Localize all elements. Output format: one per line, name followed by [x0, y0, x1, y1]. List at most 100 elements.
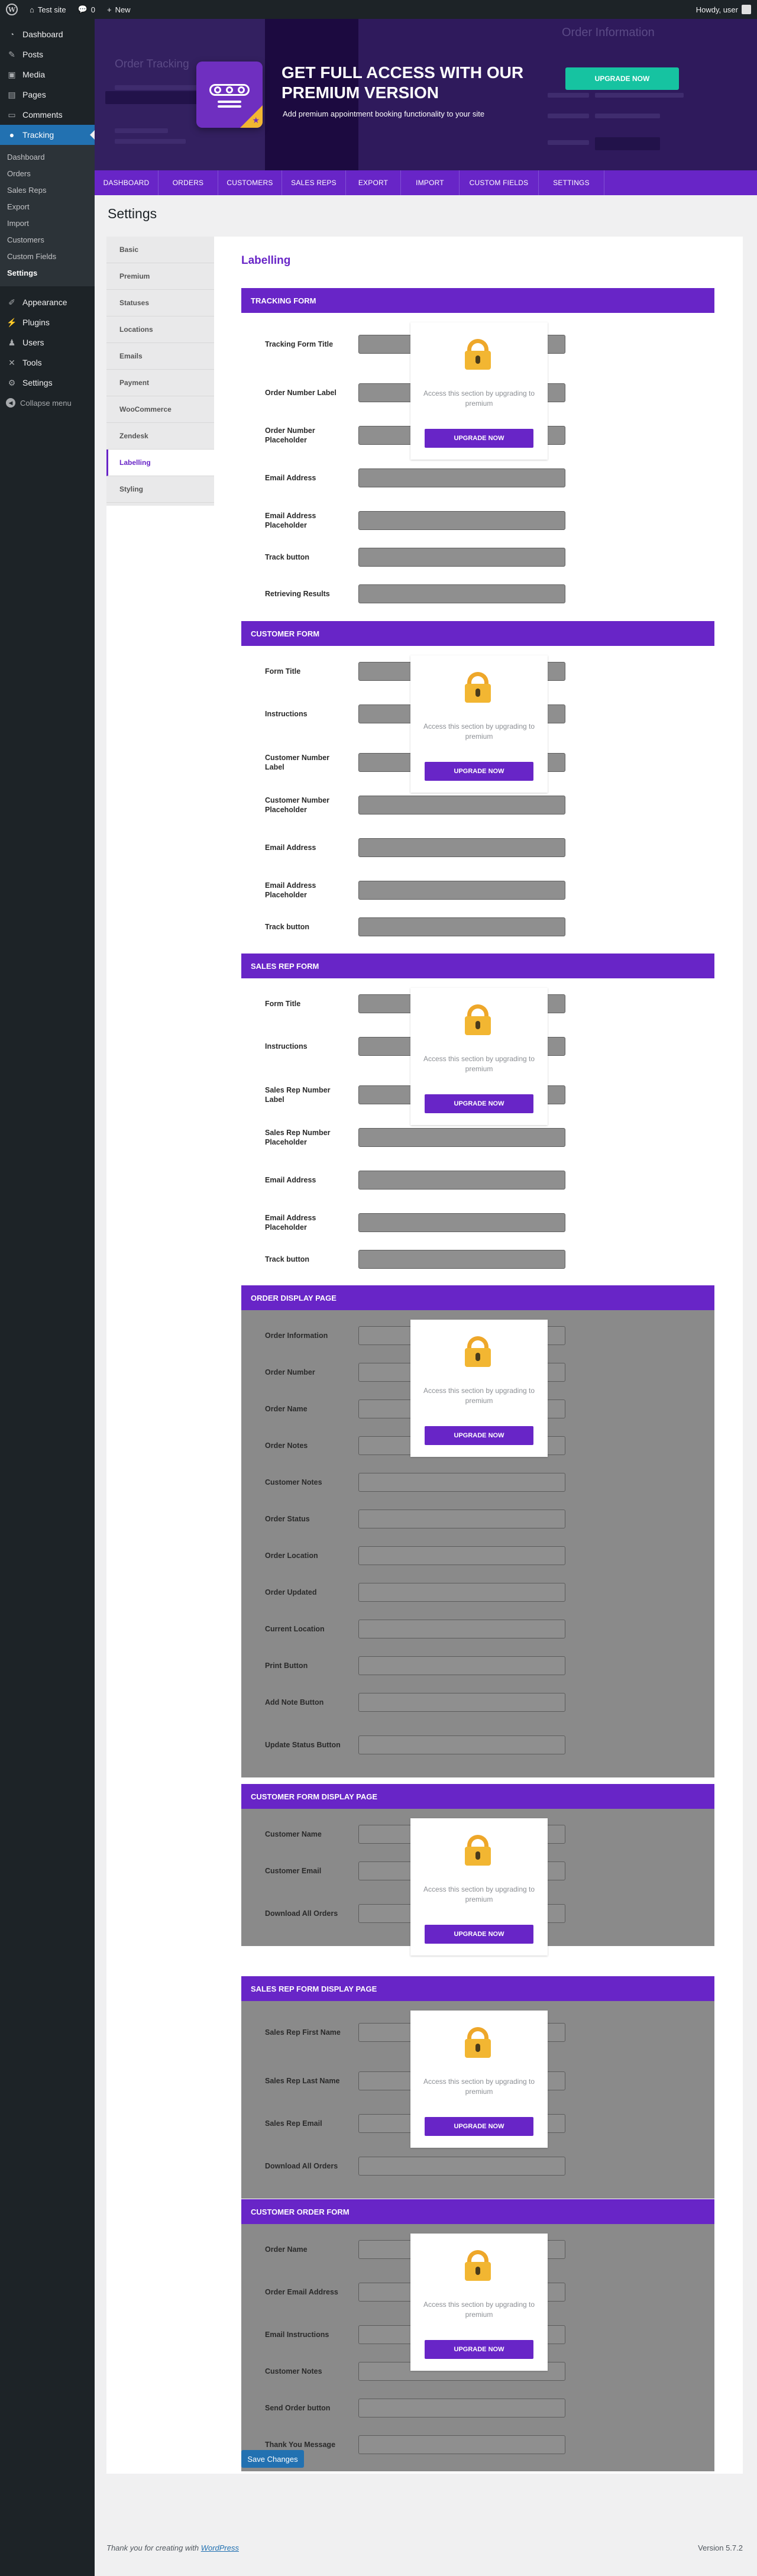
- field-row-current-location: Current Location: [241, 1611, 714, 1647]
- tab-import[interactable]: IMPORT: [401, 170, 460, 195]
- submenu-item-customers[interactable]: Customers: [0, 232, 95, 248]
- customer-number-placeholder-input[interactable]: [358, 796, 565, 815]
- thank-you-message-input[interactable]: [358, 2435, 565, 2454]
- new-content-link[interactable]: + New: [101, 0, 137, 19]
- wp-logo-menu[interactable]: W: [0, 0, 24, 19]
- field-row-email-address-placeholder: Email Address Placeholder: [241, 872, 714, 909]
- field-row-order-updated: Order Updated: [241, 1574, 714, 1611]
- sidebar-item-label: Dashboard: [22, 30, 63, 39]
- tab-customers[interactable]: CUSTOMERS: [218, 170, 282, 195]
- sidebar-item-settings[interactable]: ⚙ Settings: [0, 373, 95, 393]
- sidebar-item-media[interactable]: ▣ Media: [0, 64, 95, 85]
- download-all-orders-input[interactable]: [358, 2157, 565, 2176]
- order-status-input[interactable]: [358, 1510, 565, 1528]
- email-address-input[interactable]: [358, 838, 565, 857]
- settings-nav-premium[interactable]: Premium: [106, 263, 214, 290]
- email-address-input[interactable]: [358, 468, 565, 487]
- sidebar-item-pages[interactable]: ▤ Pages: [0, 85, 95, 105]
- settings-nav-woocommerce[interactable]: WooCommerce: [106, 396, 214, 423]
- track-button-input[interactable]: [358, 917, 565, 936]
- sidebar-item-plugins[interactable]: ⚡ Plugins: [0, 312, 95, 332]
- submenu-item-sales-reps[interactable]: Sales Reps: [0, 182, 95, 199]
- sidebar-item-tools[interactable]: ✕ Tools: [0, 353, 95, 373]
- field-row-download-all-orders: Download All Orders: [241, 2142, 714, 2190]
- email-address-input[interactable]: [358, 1171, 565, 1190]
- banner-upgrade-button[interactable]: UPGRADE NOW: [565, 67, 679, 90]
- premium-lock-overlay: Access this section by upgrading to prem…: [410, 655, 548, 793]
- current-location-input[interactable]: [358, 1620, 565, 1638]
- email-address-placeholder-input[interactable]: [358, 881, 565, 900]
- settings-nav-basic[interactable]: Basic: [106, 237, 214, 263]
- overlay-upgrade-button[interactable]: UPGRADE NOW: [425, 1925, 533, 1944]
- field-row-email-address-placeholder: Email Address Placeholder: [241, 1204, 714, 1241]
- submenu-item-custom-fields[interactable]: Custom Fields: [0, 248, 95, 265]
- section-heading: SALES REP FORM DISPLAY PAGE: [241, 1976, 714, 2001]
- sales-rep-number-placeholder-input[interactable]: [358, 1128, 565, 1147]
- tab-orders[interactable]: ORDERS: [158, 170, 218, 195]
- tab-export[interactable]: EXPORT: [346, 170, 401, 195]
- tab-custom-fields[interactable]: CUSTOM FIELDS: [460, 170, 539, 195]
- sidebar-item-users[interactable]: ♟ Users: [0, 332, 95, 353]
- field-label: Instructions: [265, 1042, 308, 1051]
- settings-nav-payment[interactable]: Payment: [106, 370, 214, 396]
- submenu-item-settings[interactable]: Settings: [0, 265, 95, 282]
- overlay-upgrade-button[interactable]: UPGRADE NOW: [425, 429, 533, 448]
- tab-sales-reps[interactable]: SALES REPS: [282, 170, 346, 195]
- track-button-input[interactable]: [358, 1250, 565, 1269]
- overlay-upgrade-button[interactable]: UPGRADE NOW: [425, 1094, 533, 1113]
- field-label: Customer Name: [265, 1830, 322, 1838]
- sidebar-item-dashboard[interactable]: ◔ Dashboard: [0, 24, 95, 44]
- field-label: Customer Email: [265, 1867, 322, 1875]
- email-address-placeholder-input[interactable]: [358, 1213, 565, 1232]
- field-row-thank-you-message: Thank You Message: [241, 2426, 714, 2463]
- retrieving-results-input[interactable]: [358, 584, 565, 603]
- field-label: Retrieving Results: [265, 590, 330, 598]
- overlay-upgrade-button[interactable]: UPGRADE NOW: [425, 762, 533, 781]
- comments-link[interactable]: 💬 0: [72, 0, 101, 19]
- premium-lock-overlay: Access this section by upgrading to prem…: [410, 2234, 548, 2371]
- overlay-upgrade-button[interactable]: UPGRADE NOW: [425, 2117, 533, 2136]
- settings-nav-locations[interactable]: Locations: [106, 316, 214, 343]
- overlay-upgrade-button[interactable]: UPGRADE NOW: [425, 1426, 533, 1445]
- section-sales-rep-form-display-page: SALES REP FORM DISPLAY PAGE Sales Rep Fir…: [241, 1976, 714, 2199]
- field-label: Print Button: [265, 1662, 308, 1670]
- wordpress-link[interactable]: WordPress: [201, 2543, 239, 2552]
- field-label: Sales Rep Last Name: [265, 2077, 340, 2085]
- update-status-button-input[interactable]: [358, 1735, 565, 1754]
- settings-nav-labelling[interactable]: Labelling: [106, 450, 214, 476]
- track-button-input[interactable]: [358, 548, 565, 567]
- send-order-button-input[interactable]: [358, 2399, 565, 2417]
- email-address-placeholder-input[interactable]: [358, 511, 565, 530]
- premium-lock-overlay: Access this section by upgrading to prem…: [410, 322, 548, 460]
- submenu-item-import[interactable]: Import: [0, 215, 95, 232]
- order-updated-input[interactable]: [358, 1583, 565, 1602]
- collapse-menu-button[interactable]: ◀ Collapse menu: [0, 393, 95, 413]
- field-label: Instructions: [265, 710, 308, 718]
- order-location-input[interactable]: [358, 1546, 565, 1565]
- sidebar-item-tracking[interactable]: ● Tracking: [0, 125, 95, 145]
- section-heading: TRACKING FORM: [241, 288, 714, 313]
- submenu-item-dashboard[interactable]: Dashboard: [0, 149, 95, 166]
- banner-ghost-line: [548, 93, 589, 98]
- sidebar-item-comments[interactable]: ▭ Comments: [0, 105, 95, 125]
- settings-nav-styling[interactable]: Styling: [106, 476, 214, 503]
- sidebar-item-appearance[interactable]: ✐ Appearance: [0, 292, 95, 312]
- overlay-upgrade-button[interactable]: UPGRADE NOW: [425, 2340, 533, 2359]
- account-menu[interactable]: Howdy, user: [696, 5, 757, 14]
- lock-icon: [465, 2027, 491, 2058]
- site-name-link[interactable]: ⌂ Test site: [24, 0, 72, 19]
- sidebar-item-posts[interactable]: ✎ Posts: [0, 44, 95, 64]
- submenu-item-export[interactable]: Export: [0, 199, 95, 215]
- tab-dashboard[interactable]: DASHBOARD: [95, 170, 158, 195]
- save-changes-button[interactable]: Save Changes: [241, 2450, 304, 2468]
- tab-settings[interactable]: SETTINGS: [539, 170, 604, 195]
- settings-nav-statuses[interactable]: Statuses: [106, 290, 214, 316]
- settings-nav-emails[interactable]: Emails: [106, 343, 214, 370]
- customer-notes-input[interactable]: [358, 1473, 565, 1492]
- lock-icon: [465, 2250, 491, 2281]
- add-note-button-input[interactable]: [358, 1693, 565, 1712]
- settings-nav-zendesk[interactable]: Zendesk: [106, 423, 214, 450]
- print-button-input[interactable]: [358, 1656, 565, 1675]
- premium-lock-overlay: Access this section by upgrading to prem…: [410, 988, 548, 1125]
- submenu-item-orders[interactable]: Orders: [0, 166, 95, 182]
